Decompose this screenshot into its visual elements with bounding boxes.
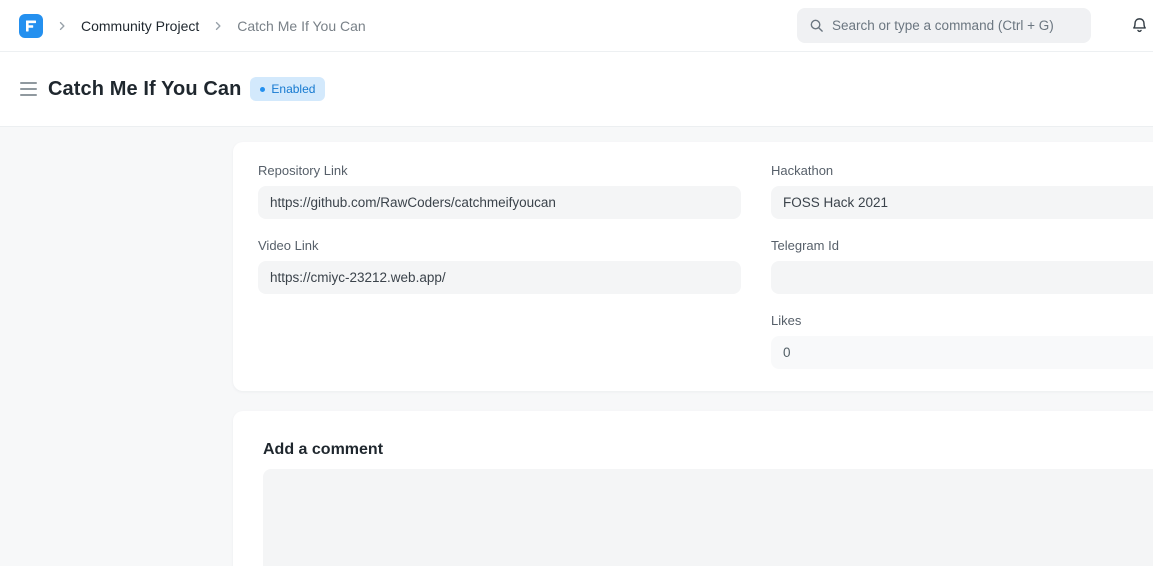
hamburger-icon: [20, 82, 37, 84]
field-hackathon: Hackathon: [771, 163, 1153, 219]
field-telegram-id: Telegram Id: [771, 238, 1153, 294]
top-navbar: Community Project Catch Me If You Can: [0, 0, 1153, 52]
status-badge: Enabled: [250, 77, 325, 101]
notifications-bell-button[interactable]: [1128, 15, 1150, 37]
frappe-logo[interactable]: [19, 14, 43, 38]
frappe-logo-glyph: [23, 18, 39, 34]
page-head: Catch Me If You Can Enabled: [0, 52, 1153, 127]
page-body: Repository Link Video Link Hackathon Tel…: [0, 127, 1153, 566]
field-repository-link: Repository Link: [258, 163, 741, 219]
global-search[interactable]: [797, 8, 1091, 43]
form-section-card: Repository Link Video Link Hackathon Tel…: [233, 142, 1153, 391]
form-column-right: Hackathon Telegram Id Likes: [771, 163, 1153, 365]
field-label: Video Link: [258, 238, 741, 253]
comments-section-card: Add a comment: [233, 411, 1153, 566]
field-label: Repository Link: [258, 163, 741, 178]
breadcrumb-current-doc: Catch Me If You Can: [237, 18, 365, 34]
breadcrumb-community-project[interactable]: Community Project: [81, 18, 199, 34]
add-comment-heading: Add a comment: [263, 441, 1153, 459]
telegram-id-input[interactable]: [771, 261, 1153, 294]
form-column-left: Repository Link Video Link: [258, 163, 741, 365]
field-likes: Likes: [771, 313, 1153, 369]
likes-value: [771, 336, 1153, 369]
navbar-right: [797, 8, 1153, 43]
search-icon: [809, 18, 824, 33]
chevron-right-icon: [212, 20, 224, 32]
field-label: Likes: [771, 313, 1153, 328]
video-link-input[interactable]: [258, 261, 741, 294]
repository-link-input[interactable]: [258, 186, 741, 219]
hackathon-input[interactable]: [771, 186, 1153, 219]
page-title: Catch Me If You Can: [48, 78, 241, 101]
app-window: Community Project Catch Me If You Can: [0, 0, 1153, 566]
field-label: Telegram Id: [771, 238, 1153, 253]
sidebar-toggle-button[interactable]: [20, 82, 37, 96]
search-input[interactable]: [832, 18, 1079, 33]
chevron-right-icon: [56, 20, 68, 32]
field-video-link: Video Link: [258, 238, 741, 294]
status-badge-label: Enabled: [271, 82, 315, 96]
field-label: Hackathon: [771, 163, 1153, 178]
bell-icon: [1130, 16, 1149, 35]
comment-input[interactable]: [263, 469, 1153, 566]
status-dot-icon: [260, 87, 265, 92]
